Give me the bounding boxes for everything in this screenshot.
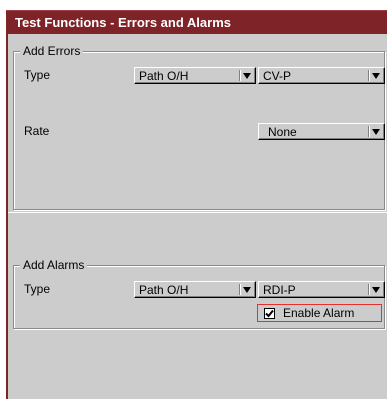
enable-alarm-label: Enable Alarm [283,306,355,320]
chevron-down-icon [243,287,251,293]
checkmark-icon [265,309,274,318]
add-alarms-legend: Add Alarms [20,258,88,272]
content-panel: Add Errors Type Path O/H CV-P Rate None … [6,34,387,399]
errors-alarms-window: Test Functions - Errors and Alarms Add E… [0,0,387,399]
alarm-type-select[interactable]: RDI-P [258,281,385,298]
alarm-type-category-value: Path O/H [139,283,189,297]
error-rate-select[interactable]: None [258,123,385,140]
window-titlebar[interactable]: Test Functions - Errors and Alarms [6,10,387,35]
alarm-type-label: Type [24,282,51,296]
enable-alarm-checkbox[interactable] [264,308,275,319]
chevron-down-icon [372,129,380,135]
enable-alarm-control[interactable]: Enable Alarm [257,304,382,322]
chevron-down-icon [243,73,251,79]
error-type-category-select[interactable]: Path O/H [134,67,256,84]
error-type-select[interactable]: CV-P [258,67,385,84]
error-type-value: CV-P [263,69,292,83]
error-type-category-value: Path O/H [139,69,189,83]
error-rate-value: None [268,125,297,139]
chevron-down-icon [372,287,380,293]
chevron-down-icon [372,73,380,79]
add-errors-legend: Add Errors [20,44,84,58]
error-type-label: Type [24,68,51,82]
error-rate-label: Rate [24,124,50,138]
alarm-type-value: RDI-P [263,283,296,297]
window-title: Test Functions - Errors and Alarms [15,15,231,30]
alarm-type-category-select[interactable]: Path O/H [134,281,256,298]
